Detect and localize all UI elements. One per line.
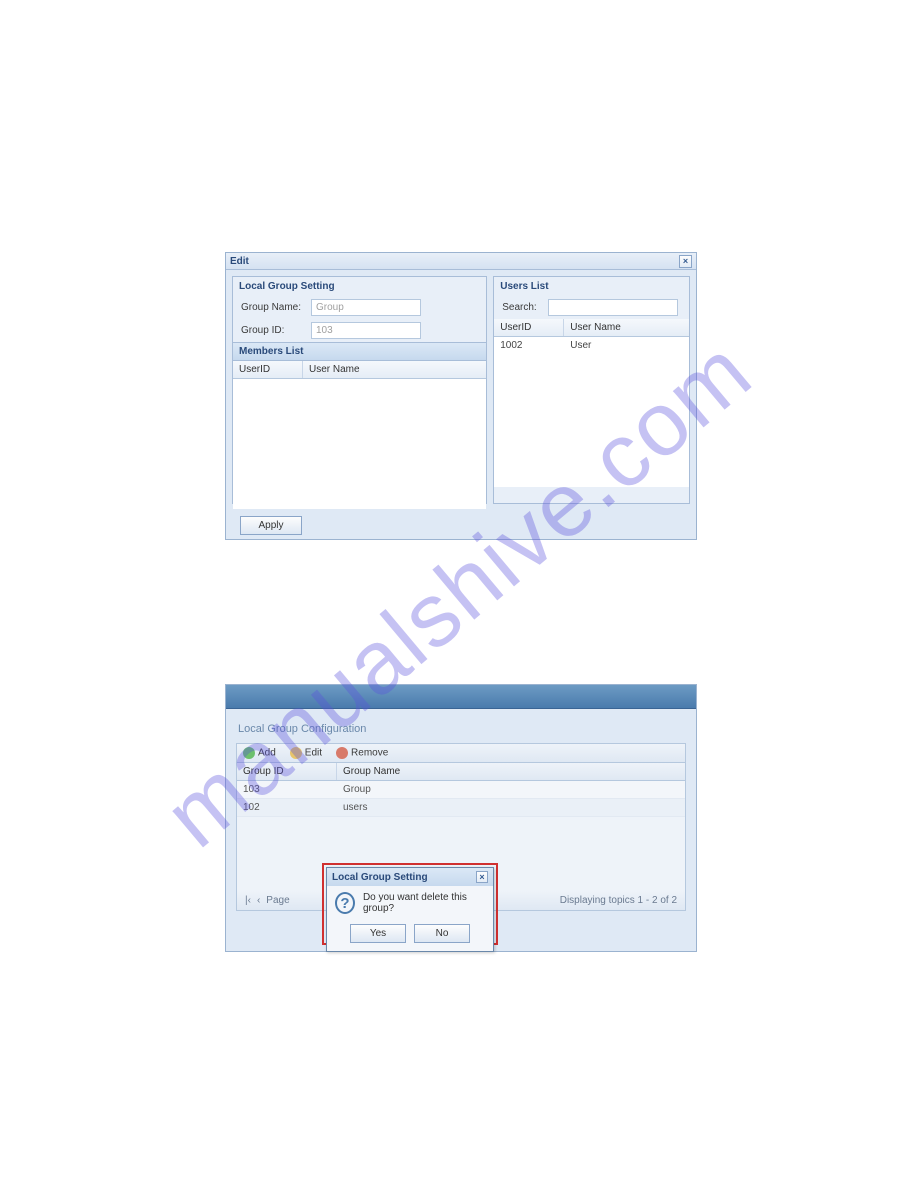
col-username: User Name — [564, 319, 689, 336]
dialog-title: Edit — [230, 256, 249, 267]
col-username: User Name — [303, 361, 486, 378]
cell-userid: 1002 — [494, 337, 564, 354]
edit-dialog: Edit × Local Group Setting Group Name: G… — [225, 252, 697, 540]
edit-button[interactable]: Edit — [290, 747, 322, 759]
group-id-input[interactable] — [311, 322, 421, 339]
no-button[interactable]: No — [414, 924, 470, 943]
first-page-icon[interactable]: |‹ — [245, 895, 251, 906]
col-userid: UserID — [494, 319, 564, 336]
cell-gid: 102 — [237, 799, 337, 816]
members-table-body — [233, 379, 486, 509]
prev-page-icon[interactable]: ‹ — [257, 895, 260, 906]
table-row[interactable]: 103 Group — [237, 781, 685, 799]
users-table-header: UserID User Name — [494, 319, 689, 337]
edit-label: Edit — [305, 748, 322, 759]
close-icon[interactable]: × — [679, 255, 692, 268]
edit-icon — [290, 747, 302, 759]
add-label: Add — [258, 748, 276, 759]
group-id-label: Group ID: — [241, 325, 311, 336]
users-list-panel: Users List Search: UserID User Name 1002… — [493, 276, 690, 504]
table-row[interactable]: 102 users — [237, 799, 685, 817]
col-group-id: Group ID — [237, 763, 337, 780]
close-icon[interactable]: × — [476, 871, 488, 883]
confirm-dialog: Local Group Setting × ? Do you want dele… — [326, 867, 494, 952]
displaying-text: Displaying topics 1 - 2 of 2 — [560, 895, 677, 906]
panel-legend: Users List — [494, 277, 689, 296]
question-icon: ? — [335, 892, 355, 914]
page-label: Page — [266, 895, 289, 906]
search-label: Search: — [502, 302, 548, 313]
table-row[interactable]: 1002 User — [494, 337, 689, 354]
grid-header: Group ID Group Name — [236, 763, 686, 781]
add-icon — [243, 747, 255, 759]
col-group-name: Group Name — [337, 763, 685, 780]
members-list-header: Members List — [233, 342, 486, 361]
group-name-label: Group Name: — [241, 302, 311, 313]
remove-label: Remove — [351, 748, 388, 759]
window-topbar — [226, 685, 696, 709]
panel-legend: Local Group Setting — [233, 277, 486, 296]
local-group-setting-panel: Local Group Setting Group Name: Group ID… — [232, 276, 487, 504]
dialog-titlebar: Edit × — [226, 253, 696, 270]
col-userid: UserID — [233, 361, 303, 378]
users-table-body: 1002 User — [494, 337, 689, 487]
group-name-input[interactable] — [311, 299, 421, 316]
apply-button[interactable]: Apply — [240, 516, 302, 535]
remove-icon — [336, 747, 348, 759]
cell-gname: Group — [337, 781, 685, 798]
dialog-title: Local Group Setting — [332, 872, 428, 883]
members-table-header: UserID User Name — [233, 361, 486, 379]
search-input[interactable] — [548, 299, 678, 316]
remove-button[interactable]: Remove — [336, 747, 388, 759]
cell-gid: 103 — [237, 781, 337, 798]
dialog-message: Do you want delete this group? — [363, 892, 485, 914]
config-title: Local Group Configuration — [236, 719, 686, 743]
local-group-config-window: Local Group Configuration Add Edit Remov… — [225, 684, 697, 952]
cell-gname: users — [337, 799, 685, 816]
add-button[interactable]: Add — [243, 747, 276, 759]
cell-username: User — [564, 337, 689, 354]
toolbar: Add Edit Remove — [236, 743, 686, 763]
yes-button[interactable]: Yes — [350, 924, 406, 943]
